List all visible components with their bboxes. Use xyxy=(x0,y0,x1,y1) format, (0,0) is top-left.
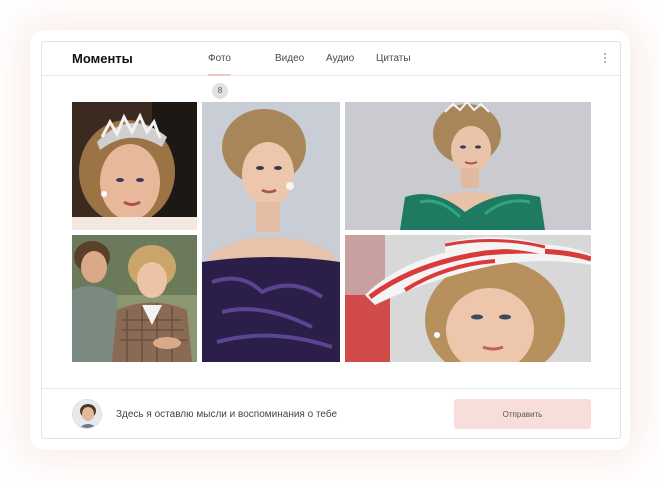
photo-couple-outdoors[interactable] xyxy=(72,235,197,362)
page-title: Моменты xyxy=(72,51,133,66)
avatar xyxy=(72,399,102,429)
tab-quotes[interactable]: Цитаты xyxy=(376,42,411,76)
more-vertical-icon[interactable] xyxy=(602,51,608,67)
comment-input[interactable] xyxy=(116,404,416,424)
photo-red-white-hat[interactable] xyxy=(345,235,591,362)
tab-audio[interactable]: Аудио xyxy=(326,42,354,76)
tab-quotes-label: Цитаты xyxy=(376,53,411,64)
tab-video[interactable]: Видео xyxy=(275,42,304,76)
comment-footer: Отправить xyxy=(42,388,620,439)
tab-audio-label: Аудио xyxy=(326,53,355,64)
tab-photo-label: Фото xyxy=(208,53,231,64)
photo-count-badge: 8 xyxy=(212,83,228,100)
photo-tiara-portrait[interactable] xyxy=(72,102,197,230)
photo-short-hair-gown[interactable] xyxy=(202,102,340,362)
card-header: Моменты Фото 8 Видео Аудио Цитаты xyxy=(42,42,620,100)
photo-green-gown-tiara[interactable] xyxy=(345,102,591,230)
tab-photo[interactable]: Фото 8 xyxy=(208,42,231,100)
send-button[interactable]: Отправить xyxy=(454,399,591,429)
moments-card: Моменты Фото 8 Видео Аудио Цитаты Здесь я… xyxy=(41,41,621,439)
tab-video-label: Видео xyxy=(275,53,305,64)
